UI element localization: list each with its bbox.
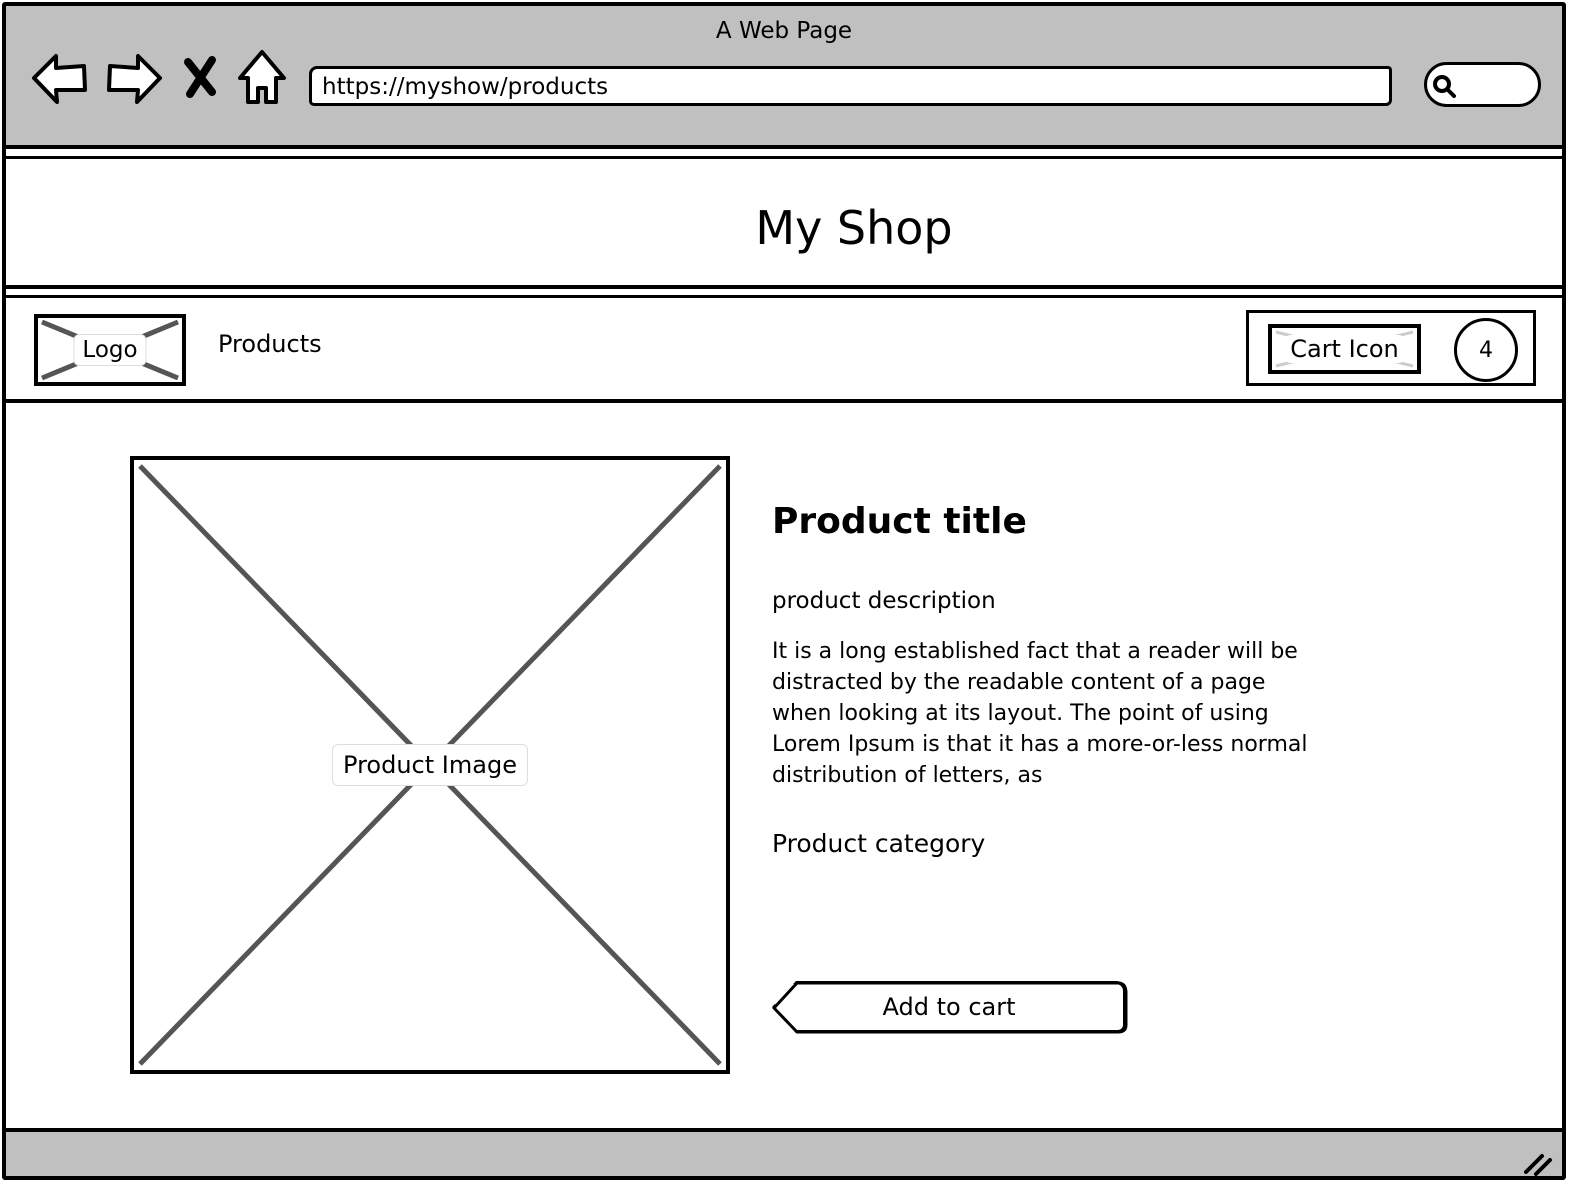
stop-icon[interactable] xyxy=(180,46,220,110)
search-icon xyxy=(1433,75,1456,98)
cart-icon[interactable]: Cart Icon xyxy=(1268,324,1421,374)
nav-link-products[interactable]: Products xyxy=(218,330,322,358)
resize-grip-icon[interactable] xyxy=(1520,1148,1554,1178)
browser-chrome: A Web Page https://myshow/products xyxy=(6,6,1562,149)
add-to-cart-button[interactable]: Add to cart xyxy=(772,981,1126,1033)
home-icon[interactable] xyxy=(232,46,292,110)
search-field[interactable] xyxy=(1424,62,1541,107)
logo-label: Logo xyxy=(73,334,147,366)
status-bar xyxy=(6,1128,1562,1178)
forward-arrow-icon[interactable] xyxy=(104,46,164,110)
product-image: Product Image xyxy=(130,456,730,1074)
nav-bar: Logo Products Cart Icon 4 xyxy=(6,295,1562,403)
url-text: https://myshow/products xyxy=(322,74,609,100)
cart-icon-label: Cart Icon xyxy=(1284,335,1405,363)
product-description-label: product description xyxy=(772,588,996,614)
back-arrow-icon[interactable] xyxy=(30,46,90,110)
product-image-label: Product Image xyxy=(332,744,528,786)
product-details: Product title product description It is … xyxy=(772,501,1332,858)
product-title: Product title xyxy=(772,501,1027,542)
window-title: A Web Page xyxy=(715,18,853,44)
logo[interactable]: Logo xyxy=(34,314,186,386)
page-header: My Shop xyxy=(6,156,1562,289)
cart-count-badge: 4 xyxy=(1454,318,1518,382)
browser-window: A Web Page https://myshow/products My Sh… xyxy=(2,2,1566,1180)
product-description-text: It is a long established fact that a rea… xyxy=(772,639,1308,788)
address-bar[interactable]: https://myshow/products xyxy=(309,66,1392,106)
product-category: Product category xyxy=(772,829,986,858)
cart-widget[interactable]: Cart Icon 4 xyxy=(1246,310,1536,386)
shop-title: My Shop xyxy=(755,201,953,255)
